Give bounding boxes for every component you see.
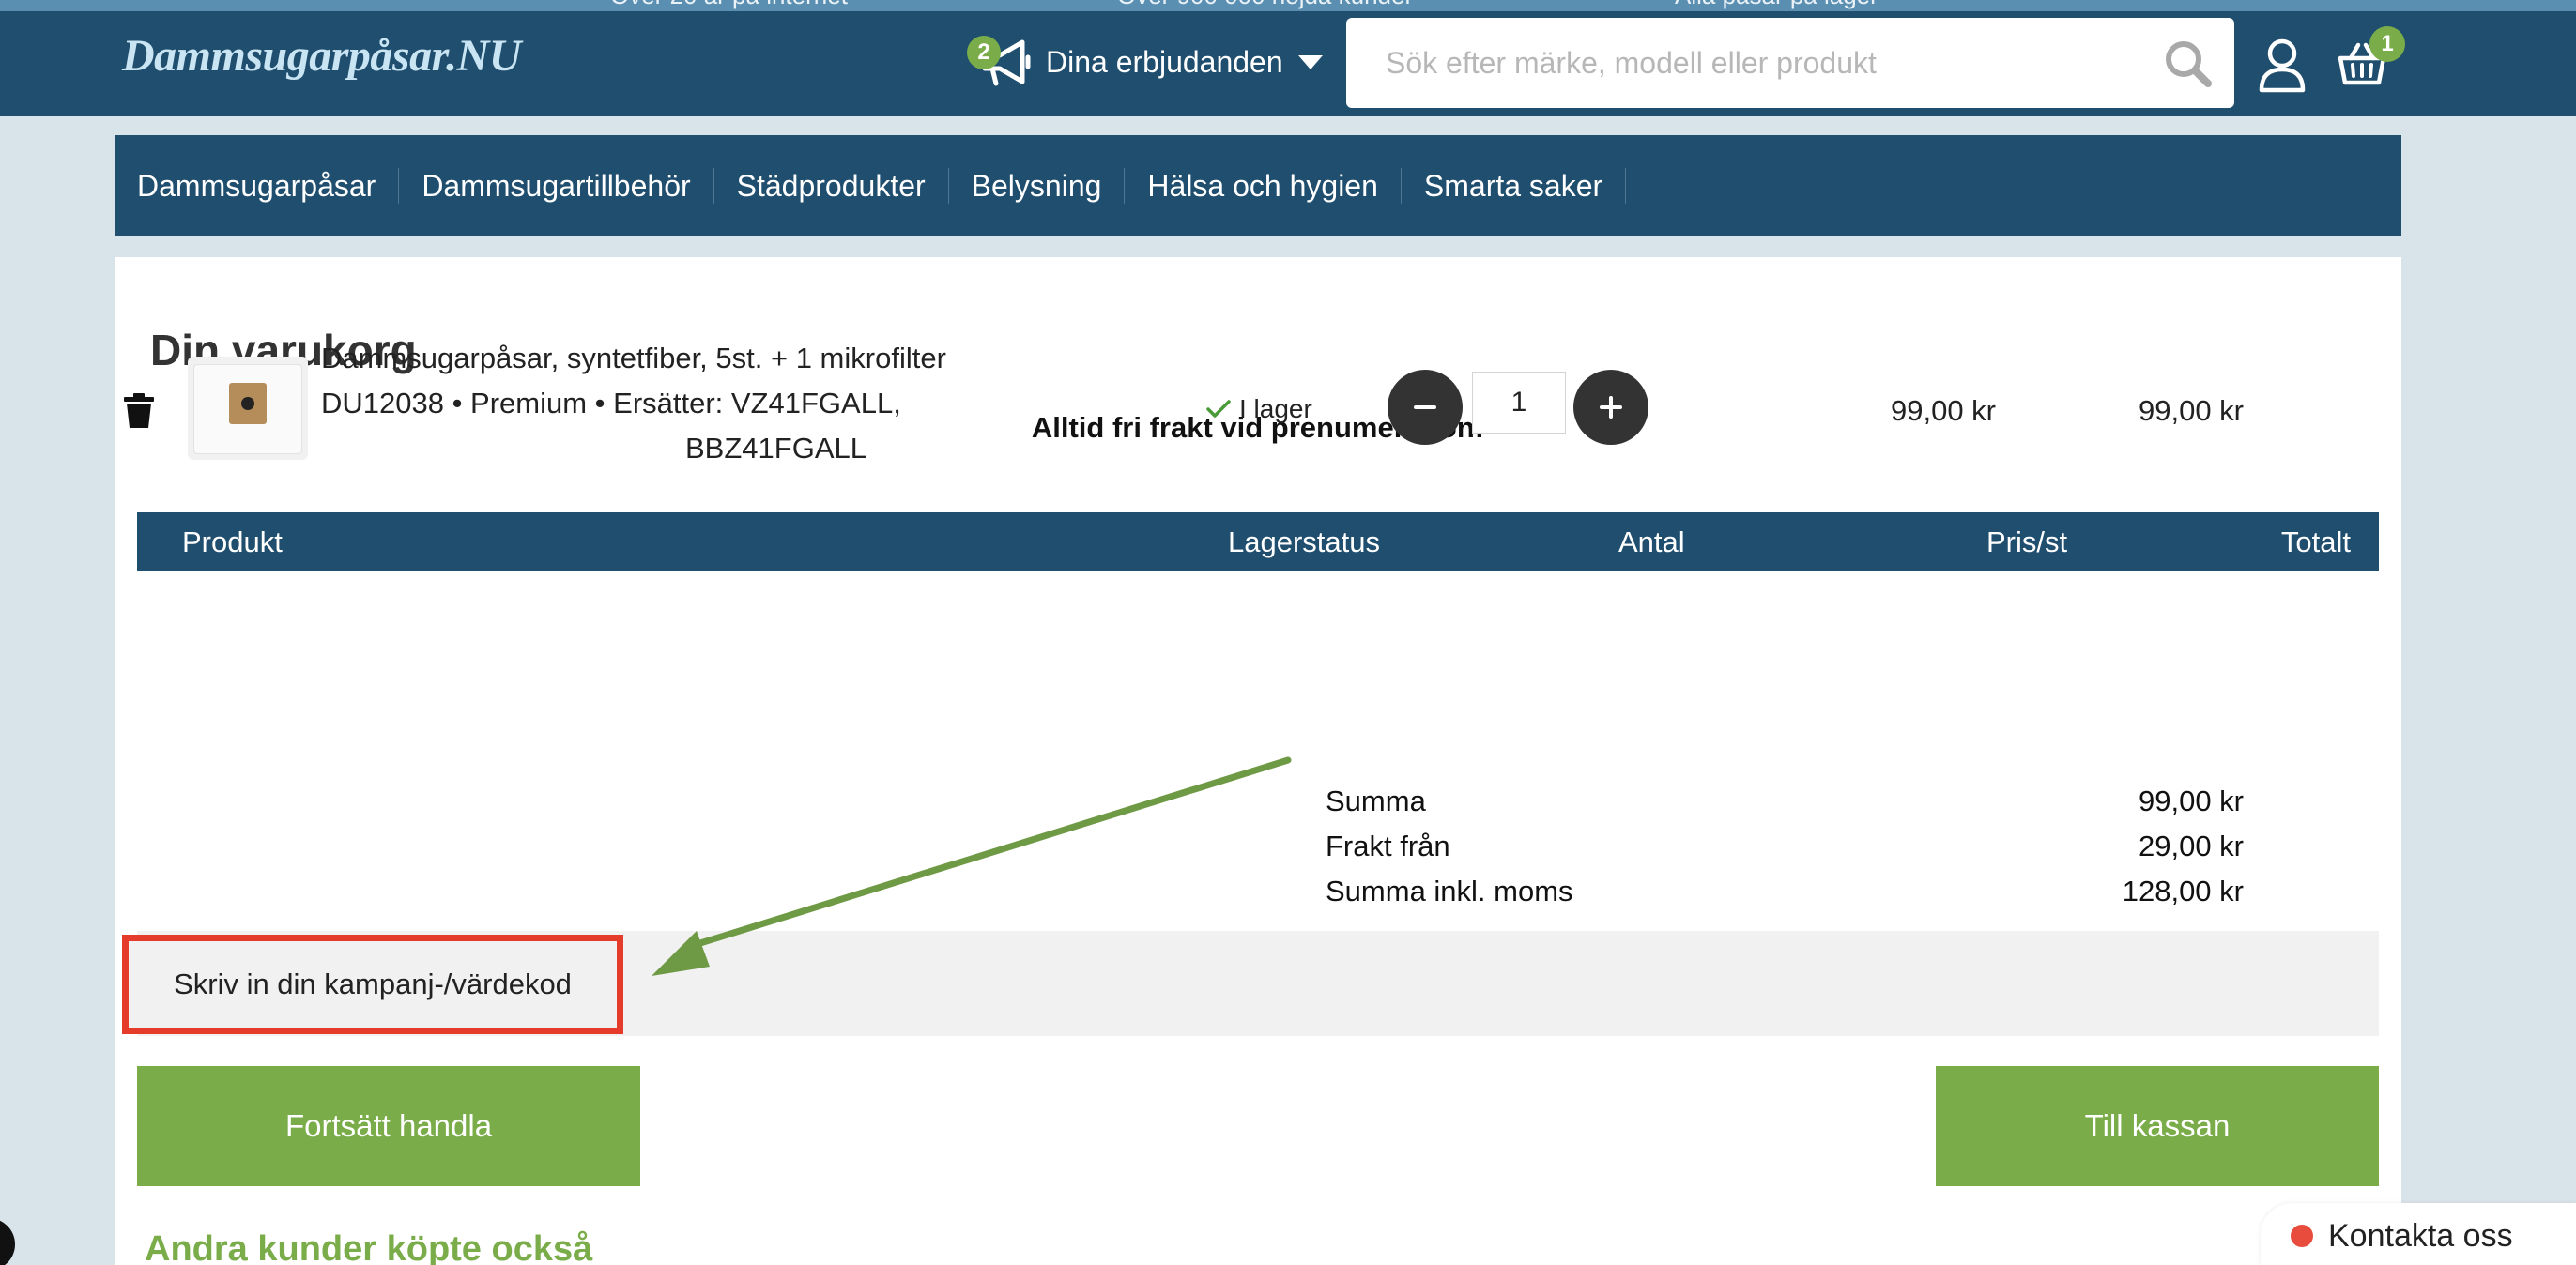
cart-button[interactable]: 1 — [2338, 26, 2405, 96]
top-usp-strip: Över 20 år på internet Över 900 000 nöjd… — [0, 0, 2576, 11]
site-header: Dammsugarpåsar.NU 2 Dina erbjudanden Sök… — [0, 11, 2576, 116]
nav-item-halsa-och-hygien[interactable]: Hälsa och hygien — [1147, 168, 1402, 204]
shipping-label: Frakt från — [1326, 830, 1450, 862]
category-nav: Dammsugarpåsar Dammsugartillbehör Städpr… — [115, 135, 2401, 236]
stock-status-label: I lager — [1239, 394, 1312, 423]
status-dot-icon — [2291, 1225, 2313, 1247]
quantity-input[interactable] — [1472, 372, 1566, 434]
nav-item-dammsugarpasar[interactable]: Dammsugarpåsar — [137, 168, 400, 204]
total-value: 128,00 kr — [2122, 875, 2244, 907]
nav-item-smarta-saker[interactable]: Smarta saker — [1424, 168, 1627, 204]
search-box — [1346, 18, 2234, 108]
check-icon — [1206, 400, 1231, 418]
quantity-decrease-button[interactable] — [1388, 370, 1463, 445]
subtotal-label: Summa — [1326, 785, 1426, 817]
quantity-increase-button[interactable] — [1573, 370, 1648, 445]
product-thumbnail[interactable] — [188, 357, 308, 460]
contact-us-label: Kontakta oss — [2328, 1217, 2513, 1254]
column-header-quantity: Antal — [1618, 526, 1685, 558]
column-header-total: Totalt — [2280, 526, 2351, 558]
column-header-unit-price: Pris/st — [1986, 526, 2068, 558]
column-header-stock: Lagerstatus — [1228, 526, 1380, 558]
nav-item-dammsugartillbehor[interactable]: Dammsugartillbehör — [422, 168, 714, 204]
product-meta-replaces: BBZ41FGALL — [685, 432, 866, 465]
continue-shopping-button[interactable]: Fortsätt handla — [137, 1066, 640, 1186]
usp-item: Alla påsar på lager — [1675, 0, 1878, 10]
search-input[interactable] — [1346, 18, 2154, 108]
caret-down-icon — [1297, 54, 1323, 69]
offers-label: Dina erbjudanden — [1046, 44, 1283, 79]
user-icon[interactable] — [2257, 38, 2308, 94]
offers-dropdown[interactable]: 2 Dina erbjudanden — [967, 32, 1323, 92]
checkout-button[interactable]: Till kassan — [1936, 1066, 2379, 1186]
product-meta: DU12038 • Premium • Ersätter: VZ41FGALL, — [321, 387, 901, 419]
shipping-value: 29,00 kr — [2138, 830, 2244, 862]
site-logo[interactable]: Dammsugarpåsar.NU — [122, 30, 521, 82]
contact-us-widget[interactable]: Kontakta oss — [2261, 1203, 2576, 1265]
coupon-code-button[interactable]: Skriv in din kampanj-/värdekod — [122, 935, 623, 1034]
subtotal-value: 99,00 kr — [2138, 785, 2244, 817]
trash-icon[interactable] — [122, 392, 156, 430]
cart-table-header: Produkt Lagerstatus Antal Pris/st Totalt — [137, 512, 2379, 571]
cart-count-badge: 1 — [2369, 26, 2405, 62]
minus-icon — [1414, 405, 1436, 409]
line-total: 99,00 kr — [2138, 394, 2244, 427]
product-name[interactable]: Dammsugarpåsar, syntetfiber, 5st. + 1 mi… — [321, 342, 946, 375]
usp-item: Över 900 000 nöjda kunder — [1117, 0, 1413, 10]
total-label: Summa inkl. moms — [1326, 875, 1573, 907]
usp-item: Över 20 år på internet — [610, 0, 848, 10]
offers-count-badge: 2 — [967, 36, 1001, 69]
column-header-product: Produkt — [182, 526, 283, 558]
plus-icon — [1600, 396, 1622, 419]
stock-status: I lager — [1205, 394, 1312, 424]
nav-item-belysning[interactable]: Belysning — [972, 168, 1126, 204]
recommendations-heading: Andra kunder köpte också — [145, 1229, 593, 1265]
search-icon[interactable] — [2163, 38, 2214, 89]
chat-bubble-icon[interactable] — [0, 1218, 15, 1265]
nav-item-stadprodukter[interactable]: Städprodukter — [737, 168, 949, 204]
